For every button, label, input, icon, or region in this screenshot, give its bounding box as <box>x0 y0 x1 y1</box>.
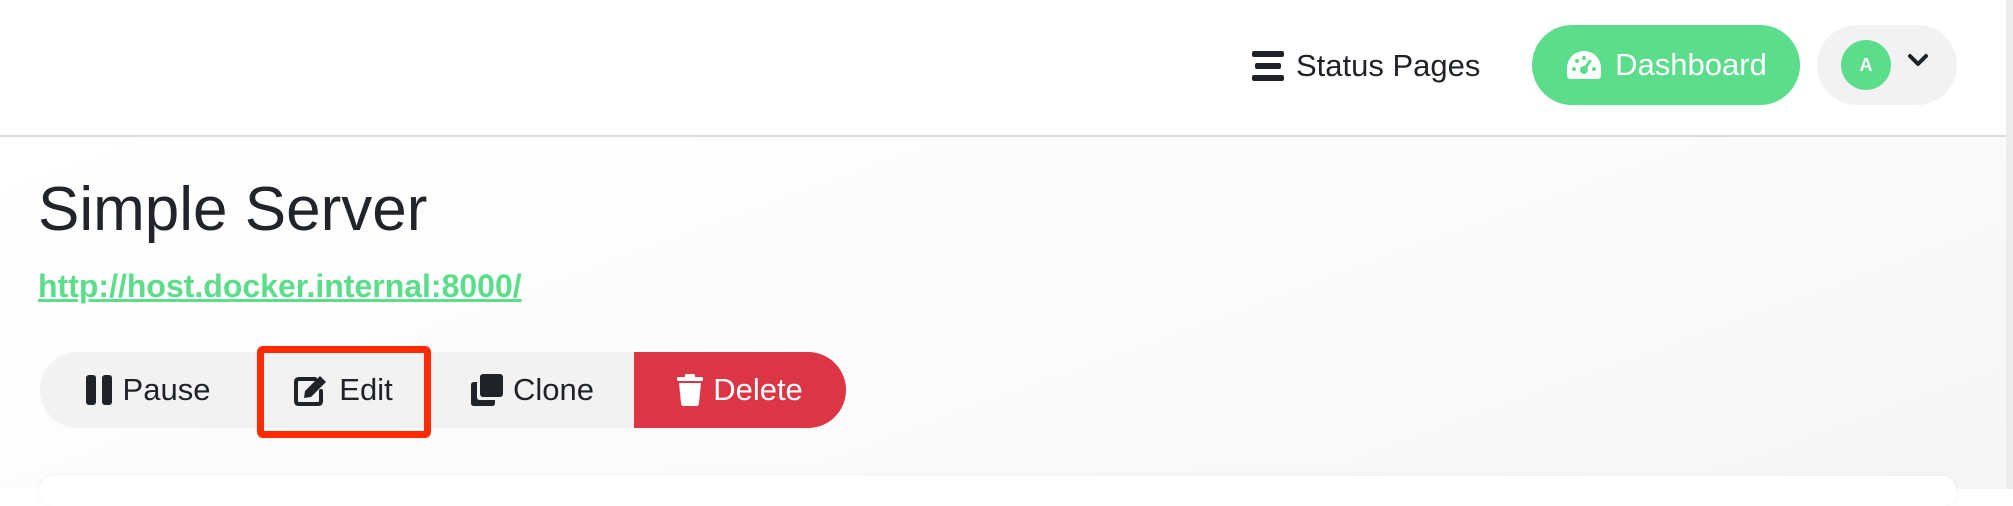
status-pages-link[interactable]: Status Pages <box>1252 44 1480 88</box>
edit-button[interactable]: Edit <box>255 352 431 428</box>
list-icon <box>1252 51 1284 81</box>
avatar: A <box>1841 40 1891 90</box>
monitor-actions: Pause Edit Clone Delete <box>40 352 846 428</box>
tachometer-icon <box>1565 49 1603 81</box>
edit-label: Edit <box>339 372 393 407</box>
chevron-down-icon <box>1907 52 1929 68</box>
edit-icon <box>293 373 329 407</box>
dashboard-label: Dashboard <box>1615 47 1767 82</box>
profile-dropdown[interactable]: A <box>1817 25 1957 105</box>
pause-icon <box>85 375 113 405</box>
trash-icon <box>677 374 704 406</box>
pause-label: Pause <box>122 372 211 407</box>
status-pages-label: Status Pages <box>1296 48 1481 83</box>
delete-button[interactable]: Delete <box>634 352 846 428</box>
card-top-edge <box>40 476 1956 506</box>
monitor-url-link[interactable]: http://host.docker.internal:8000/ <box>38 268 522 305</box>
page-title: Simple Server <box>38 175 428 244</box>
dashboard-button[interactable]: Dashboard <box>1532 25 1800 105</box>
clone-label: Clone <box>513 372 594 407</box>
pause-button[interactable]: Pause <box>40 352 255 428</box>
clone-icon <box>471 374 503 406</box>
scrollbar[interactable] <box>2006 0 2013 489</box>
clone-button[interactable]: Clone <box>431 352 634 428</box>
delete-label: Delete <box>713 372 803 407</box>
